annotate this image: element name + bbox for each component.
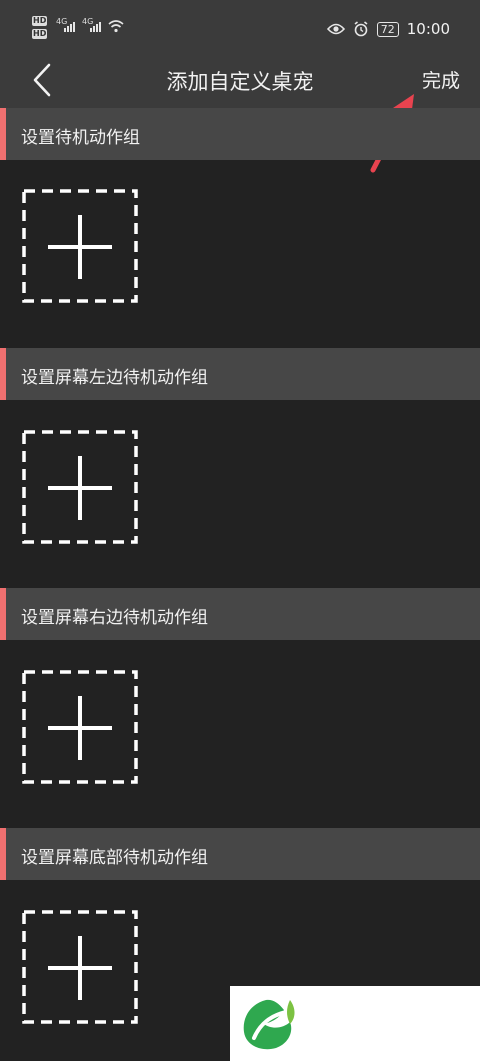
add-left-edge-action-button[interactable] [22,430,138,544]
add-icon [22,189,138,303]
done-button[interactable]: 完成 [422,66,460,93]
add-idle-action-button[interactable] [22,189,138,303]
section-accent-bar [0,588,6,640]
status-right-icons: 72 10:00 [326,18,450,40]
add-icon [22,910,138,1024]
section-header-bottom-edge: 设置屏幕底部待机动作组 [0,828,480,880]
battery-icon: 72 [376,21,399,37]
hd-icon: HD [32,16,48,26]
section-accent-bar [0,828,6,880]
leaf-logo-icon [243,999,295,1050]
alarm-icon [354,21,368,37]
add-icon [22,430,138,544]
add-bottom-edge-action-button[interactable] [22,910,138,1024]
section-label: 设置待机动作组 [21,128,140,148]
add-icon [22,670,138,784]
section-header-idle: 设置待机动作组 [0,108,480,160]
section-header-right-edge: 设置屏幕右边待机动作组 [0,588,480,640]
section-accent-bar [0,108,6,160]
section-header-left-edge: 设置屏幕左边待机动作组 [0,348,480,400]
signal-icon [90,22,101,32]
status-left-icons: HD HD 4G 4G [32,16,132,42]
status-bar: HD HD 4G 4G 72 10:00 [0,0,480,52]
signal-icon [64,22,75,32]
section-label: 设置屏幕右边待机动作组 [21,608,208,628]
section-accent-bar [0,348,6,400]
hd-icon: HD [32,29,48,39]
section-label: 设置屏幕左边待机动作组 [21,368,208,388]
eye-icon [326,23,345,35]
add-right-edge-action-button[interactable] [22,670,138,784]
section-label: 设置屏幕底部待机动作组 [21,848,208,868]
status-time: 10:00 [406,20,450,38]
wifi-icon [108,20,124,33]
watermark-logo [230,986,480,1061]
